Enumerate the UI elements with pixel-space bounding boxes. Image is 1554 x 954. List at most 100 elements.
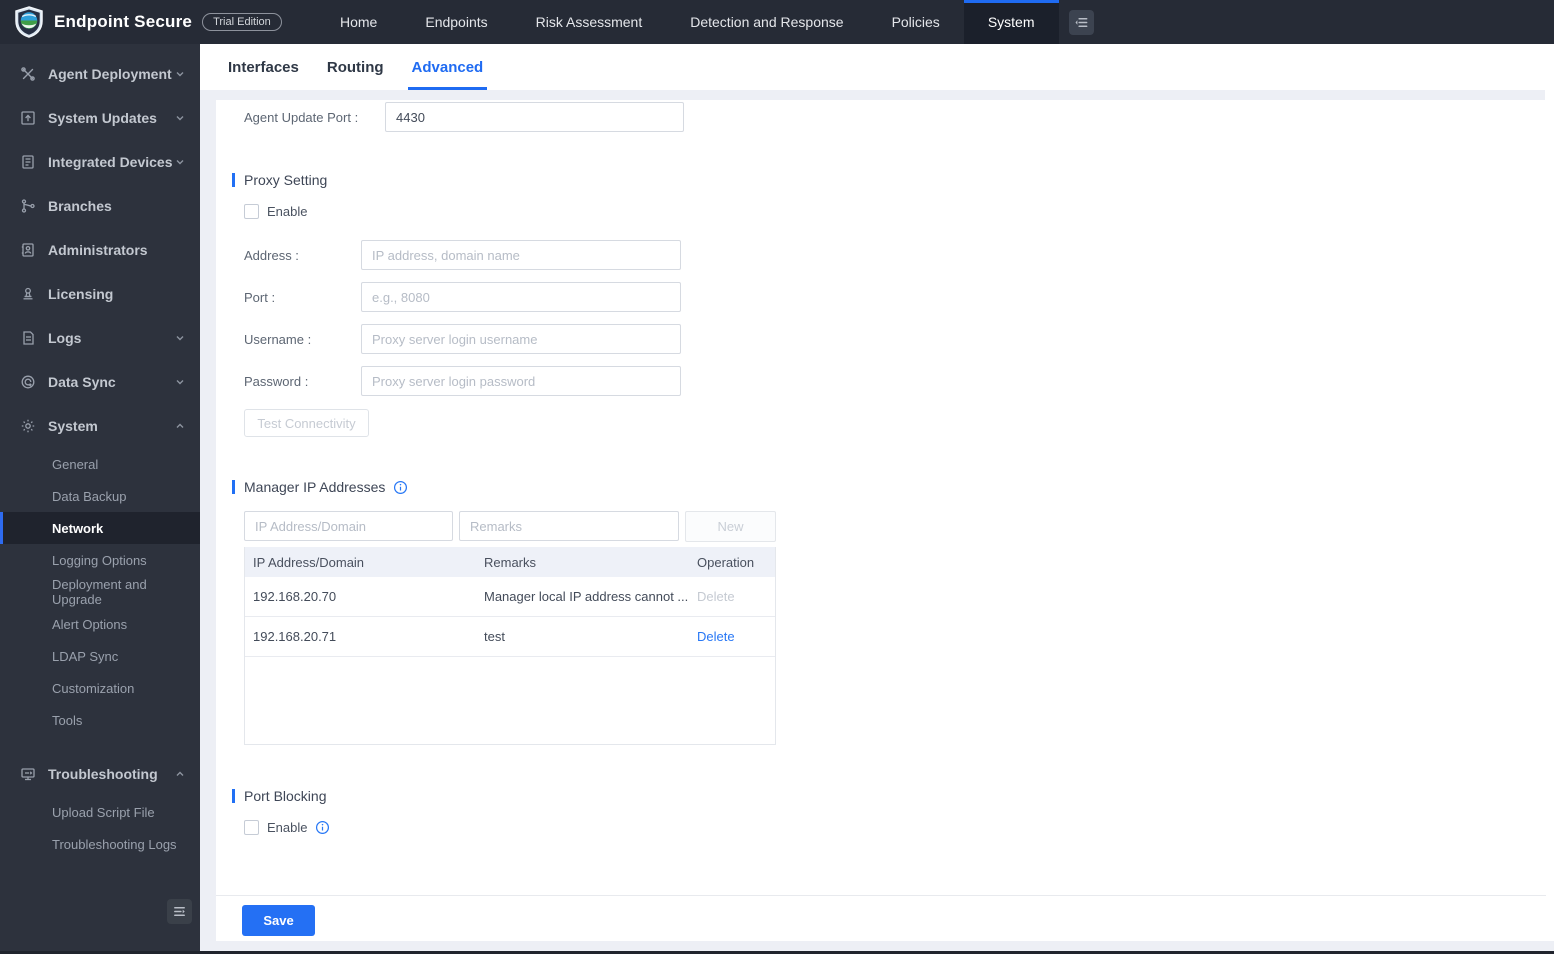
table-row: 192.168.20.71 test Delete <box>245 617 775 657</box>
new-button[interactable]: New <box>685 511 776 542</box>
proxy-username-row: Username : <box>244 324 681 354</box>
info-icon[interactable] <box>393 480 408 495</box>
system-updates-icon <box>21 111 35 125</box>
integrated-devices-icon <box>22 155 34 169</box>
proxy-setting-section-header: Proxy Setting <box>232 172 327 188</box>
sidebar-label: Agent Deployment <box>48 66 172 82</box>
gear-icon <box>21 419 35 433</box>
card-footer: Save <box>216 895 1546 941</box>
save-button[interactable]: Save <box>242 905 315 936</box>
sidebar-item-agent-deployment[interactable]: Agent Deployment <box>0 52 200 96</box>
proxy-password-input[interactable] <box>361 366 681 396</box>
brand: Endpoint Secure Trial Edition <box>0 0 316 44</box>
collapse-icon <box>174 907 185 916</box>
proxy-setting-title: Proxy Setting <box>244 172 328 188</box>
proxy-address-input[interactable] <box>361 240 681 270</box>
sidebar-item-troubleshooting[interactable]: Troubleshooting <box>0 752 200 796</box>
proxy-enable-label: Enable <box>267 204 308 219</box>
sidebar-item-logging-options[interactable]: Logging Options <box>0 544 200 576</box>
sidebar-item-data-sync[interactable]: Data Sync <box>0 360 200 404</box>
tab-bar: Interfaces Routing Advanced <box>200 44 1554 90</box>
manager-ip-section-header: Manager IP Addresses <box>232 479 408 495</box>
agent-update-port-label: Agent Update Port : <box>244 109 359 125</box>
nav-policies[interactable]: Policies <box>868 0 964 44</box>
tab-interfaces[interactable]: Interfaces <box>214 44 313 90</box>
tools-icon <box>21 67 35 81</box>
proxy-port-input[interactable] <box>361 282 681 312</box>
chevron-down-icon <box>176 160 184 165</box>
manager-ip-input[interactable] <box>244 511 453 541</box>
chevron-up-icon <box>176 771 184 776</box>
test-connectivity-button[interactable]: Test Connectivity <box>244 409 369 437</box>
section-accent-bar <box>232 789 235 803</box>
sidebar-collapse-button[interactable] <box>167 899 192 924</box>
data-sync-icon <box>21 375 35 389</box>
scrollbar-track[interactable] <box>1545 90 1554 941</box>
port-blocking-enable-checkbox[interactable] <box>244 820 259 835</box>
chevron-up-icon <box>176 423 184 428</box>
logs-icon <box>23 331 34 345</box>
sidebar-item-alert-options[interactable]: Alert Options <box>0 608 200 640</box>
proxy-username-input[interactable] <box>361 324 681 354</box>
proxy-port-row: Port : <box>244 282 681 312</box>
sidebar-item-troubleshooting-logs[interactable]: Troubleshooting Logs <box>0 828 200 860</box>
port-blocking-title: Port Blocking <box>244 788 327 804</box>
sidebar-item-administrators[interactable]: Administrators <box>0 228 200 272</box>
proxy-password-row: Password : <box>244 366 681 396</box>
sidebar-item-branches[interactable]: Branches <box>0 184 200 228</box>
administrators-icon <box>21 243 34 257</box>
chevron-down-icon <box>176 336 184 341</box>
delete-link[interactable]: Delete <box>697 629 735 644</box>
proxy-enable-checkbox[interactable] <box>244 204 259 219</box>
proxy-port-label: Port : <box>244 289 276 305</box>
top-nav: Home Endpoints Risk Assessment Detection… <box>316 0 1059 44</box>
manager-ip-title: Manager IP Addresses <box>244 479 386 495</box>
manager-ip-table: IP Address/Domain Remarks Operation 192.… <box>244 547 776 745</box>
sidebar-item-upload-script-file[interactable]: Upload Script File <box>0 796 200 828</box>
menu-fold-icon <box>1075 18 1087 27</box>
tab-routing[interactable]: Routing <box>313 44 398 90</box>
sidebar-label: Branches <box>48 198 112 214</box>
nav-detection-response[interactable]: Detection and Response <box>666 0 867 44</box>
port-blocking-enable-label: Enable <box>267 820 308 835</box>
section-accent-bar <box>232 173 235 187</box>
tab-advanced[interactable]: Advanced <box>398 44 498 90</box>
sidebar-label: Data Sync <box>48 374 116 390</box>
sidebar-item-tools[interactable]: Tools <box>0 704 200 736</box>
table-header-row: IP Address/Domain Remarks Operation <box>245 547 775 577</box>
agent-update-port-input[interactable] <box>385 102 684 132</box>
nav-endpoints[interactable]: Endpoints <box>401 0 511 44</box>
sidebar-label: Licensing <box>48 286 114 302</box>
sidebar-item-general[interactable]: General <box>0 448 200 480</box>
edition-badge: Trial Edition <box>202 13 282 31</box>
sidebar-item-system-updates[interactable]: System Updates <box>0 96 200 140</box>
proxy-address-label: Address : <box>244 247 299 263</box>
nav-risk-assessment[interactable]: Risk Assessment <box>512 0 667 44</box>
nav-system[interactable]: System <box>963 0 1059 44</box>
sidebar-item-deployment-upgrade[interactable]: Deployment and Upgrade <box>0 576 200 608</box>
sidebar-item-logs[interactable]: Logs <box>0 316 200 360</box>
advanced-settings-content: Agent Update Port : Proxy Setting Enable… <box>216 100 1546 941</box>
manager-remarks-input[interactable] <box>459 511 679 541</box>
col-header-operation: Operation <box>689 555 775 570</box>
chevron-down-icon <box>176 380 184 385</box>
agent-update-port-row: Agent Update Port : <box>244 102 684 132</box>
sidebar-item-integrated-devices[interactable]: Integrated Devices <box>0 140 200 184</box>
nav-home[interactable]: Home <box>316 0 401 44</box>
cell-remarks: Manager local IP address cannot ... <box>484 589 689 604</box>
app-title: Endpoint Secure <box>54 12 193 31</box>
sidebar-item-data-backup[interactable]: Data Backup <box>0 480 200 512</box>
sidebar-item-ldap-sync[interactable]: LDAP Sync <box>0 640 200 672</box>
sidebar-item-system[interactable]: System <box>0 404 200 448</box>
info-icon[interactable] <box>315 820 330 835</box>
app-window: Endpoint Secure Trial Edition Home Endpo… <box>0 0 1554 954</box>
sidebar-label: Integrated Devices <box>48 154 173 170</box>
sidebar-item-licensing[interactable]: Licensing <box>0 272 200 316</box>
sidebar-item-customization[interactable]: Customization <box>0 672 200 704</box>
menu-fold-button[interactable] <box>1068 10 1094 35</box>
col-header-ip: IP Address/Domain <box>253 554 365 570</box>
sidebar-label: Administrators <box>48 242 148 258</box>
proxy-username-label: Username : <box>244 331 312 347</box>
sidebar-item-network[interactable]: Network <box>0 512 200 544</box>
chevron-down-icon <box>176 116 184 121</box>
